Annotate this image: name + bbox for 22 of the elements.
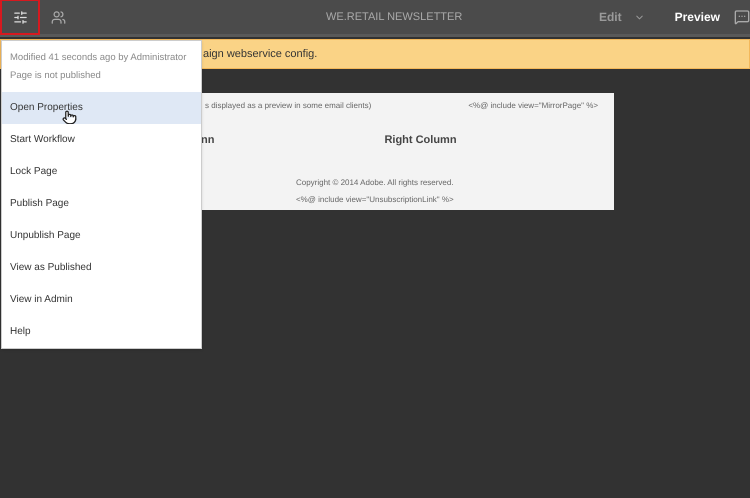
annotation-icon[interactable] [734,9,750,25]
menu-item[interactable]: View in Admin [2,284,201,316]
menu-item[interactable]: Start Workflow [2,124,201,156]
mirror-include: <%@ include view="MirrorPage" %> [468,100,598,112]
settings-icon [12,10,28,24]
page-info-button[interactable] [0,0,40,35]
page-status-text: Page is not published [10,69,102,84]
menu-item[interactable]: Open Properties [2,92,201,124]
menu-item[interactable]: Publish Page [2,188,201,220]
unsubscribe-include: <%@ include view="UnsubscriptionLink" %> [296,194,455,206]
right-column-heading: Right Column [384,133,457,148]
alert-text: aign webservice config. [203,46,318,62]
page-status-text: Modified 41 seconds ago by Administrator [10,51,188,65]
page-title: WE.RETAIL NEWSLETTER [326,10,462,25]
menu-item[interactable]: Lock Page [2,156,201,188]
left-column-heading: nn [201,133,214,148]
menu-item[interactable]: Help [2,316,201,348]
copyright-text: Copyright © 2014 Adobe. All rights reserved. [296,176,455,188]
menu-item[interactable]: Unpublish Page [2,220,201,252]
preview-button[interactable]: Preview [674,8,720,26]
mirror-note: s displayed as a preview in some email clients) [205,100,372,112]
menu-item[interactable]: View as Published [2,252,201,284]
